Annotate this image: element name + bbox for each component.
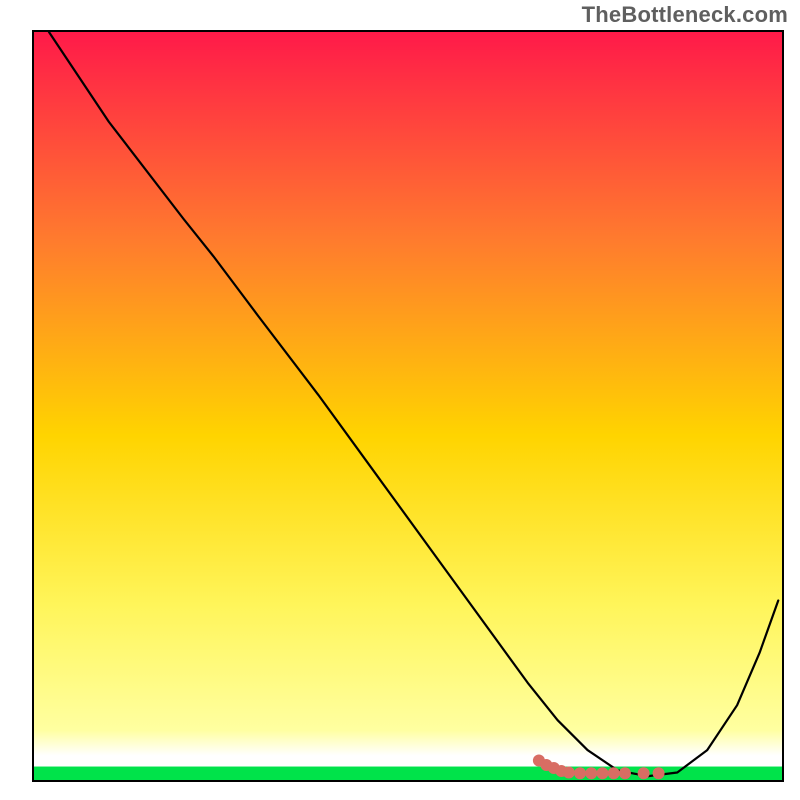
- chart-frame: TheBottleneck.com: [0, 0, 800, 800]
- chart-svg: [34, 32, 782, 780]
- plot-area: [32, 30, 784, 782]
- watermark-text: TheBottleneck.com: [582, 2, 788, 28]
